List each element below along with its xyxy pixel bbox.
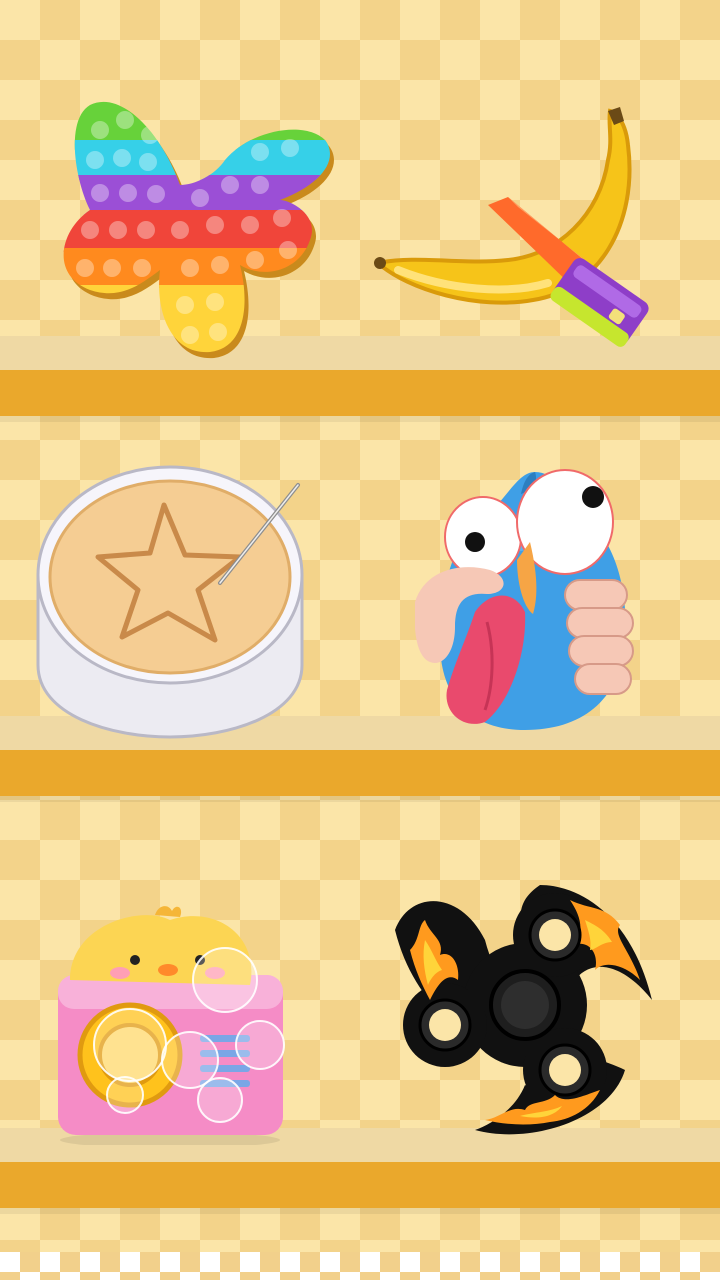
butterfly-pop-it-icon bbox=[63, 101, 334, 359]
banana-knife-toy[interactable] bbox=[368, 105, 678, 365]
shelf-3-front bbox=[0, 1162, 720, 1208]
fidget-spinner-toy[interactable] bbox=[390, 880, 660, 1145]
shelf-3-shadow bbox=[0, 1208, 720, 1214]
squeeze-bird-toy[interactable] bbox=[415, 462, 645, 742]
bottom-pattern-strip bbox=[0, 1252, 720, 1280]
fidget-spinner-icon bbox=[395, 885, 652, 1135]
butterfly-pop-it-toy[interactable] bbox=[50, 90, 340, 360]
squeeze-bird-icon bbox=[415, 469, 634, 730]
bubble-machine-icon bbox=[58, 906, 285, 1145]
dalgona-star-icon bbox=[36, 465, 304, 739]
bubble-machine-toy[interactable] bbox=[50, 905, 295, 1145]
dalgona-star-toy[interactable] bbox=[30, 465, 310, 745]
banana-knife-icon bbox=[373, 107, 649, 347]
